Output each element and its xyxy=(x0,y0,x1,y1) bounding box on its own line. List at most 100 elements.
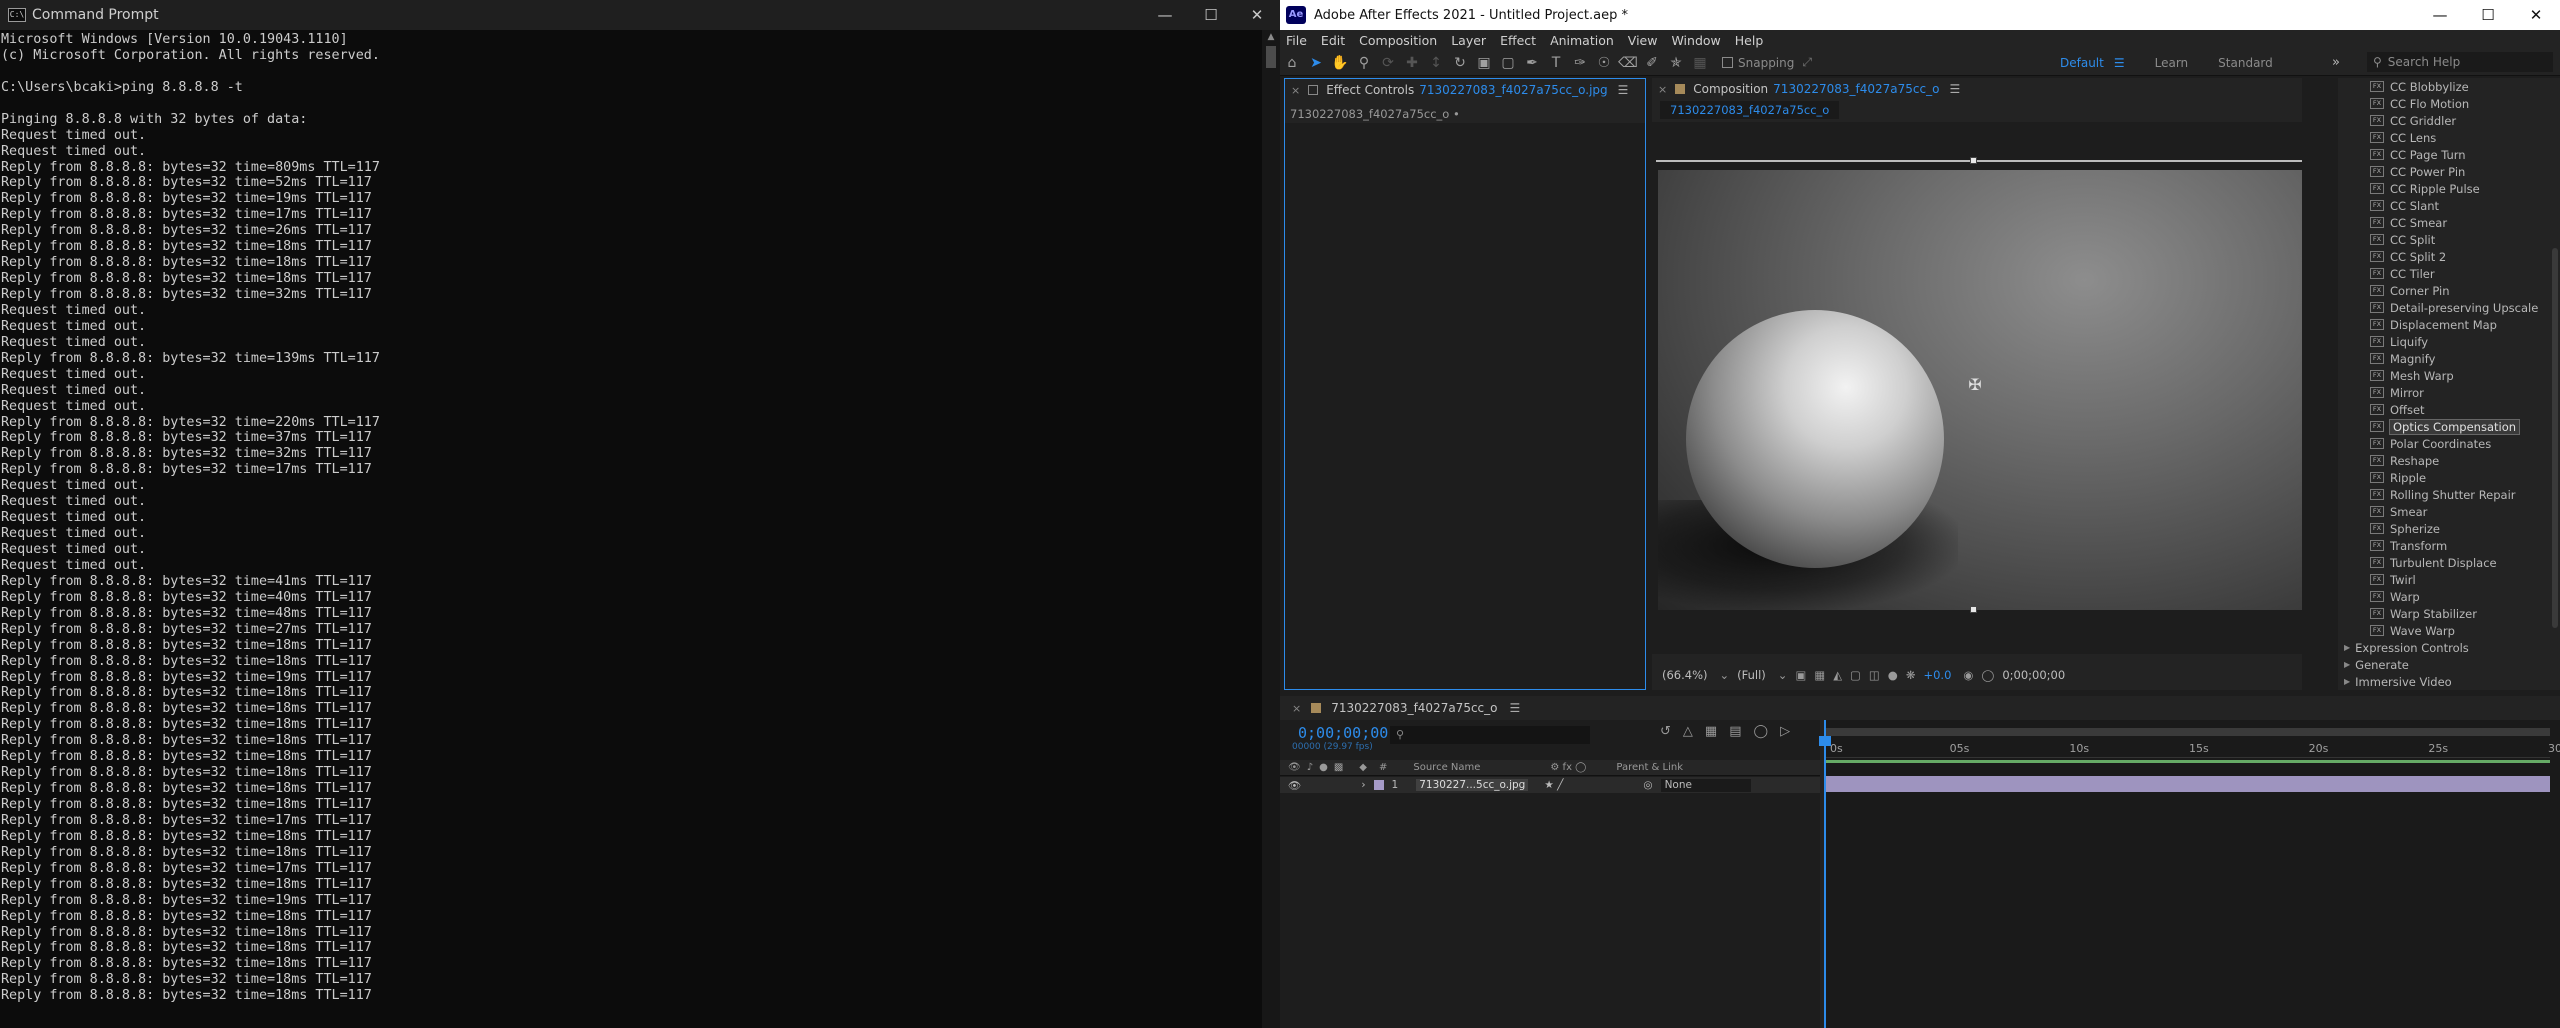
brush-tool-icon[interactable]: ✑ xyxy=(1568,52,1592,74)
workspace-default[interactable]: Default xyxy=(2060,56,2104,70)
align-icon[interactable]: ▦ xyxy=(1688,52,1712,74)
effect-item[interactable]: FX Mirror xyxy=(2338,384,2560,401)
effect-item[interactable]: FX CC Split 2 xyxy=(2338,248,2560,265)
effect-item[interactable]: FX CC Ripple Pulse xyxy=(2338,180,2560,197)
effect-item[interactable]: FX Smear xyxy=(2338,503,2560,520)
rotation-tool-icon[interactable]: ↻ xyxy=(1448,52,1472,74)
after-effects-window[interactable]: Ae Adobe After Effects 2021 - Untitled P… xyxy=(1280,0,2560,1028)
search-help-field[interactable]: ⚲ Search Help xyxy=(2367,52,2553,72)
pan-tool-icon[interactable]: ✚ xyxy=(1400,52,1424,74)
effect-item[interactable]: FX Liquify xyxy=(2338,333,2560,350)
time-graph[interactable]: 0s 05s 10s 15s 20s 25s 30s xyxy=(1819,720,2560,1028)
draft-3d-icon[interactable]: △ xyxy=(1683,724,1693,739)
magnification-dropdown[interactable]: (66.4%) xyxy=(1662,668,1708,682)
effect-controls-body[interactable] xyxy=(1285,123,1645,689)
current-time-indicator[interactable] xyxy=(1824,720,1826,1028)
hide-shy-icon[interactable]: ▦ xyxy=(1705,724,1717,739)
menu-window[interactable]: Window xyxy=(1671,33,1720,48)
menu-composition[interactable]: Composition xyxy=(1359,33,1437,48)
parent-link-header[interactable]: Parent & Link xyxy=(1616,762,1683,773)
comp-mini-flowchart-icon[interactable]: ↺ xyxy=(1660,724,1671,739)
chevron-right-icon[interactable]: ▶ xyxy=(2344,660,2350,669)
close-button[interactable]: ✕ xyxy=(1234,0,1280,30)
lock-column-icon[interactable]: ▩ xyxy=(1334,762,1343,773)
effect-item[interactable]: FX CC Power Pin xyxy=(2338,163,2560,180)
eraser-tool-icon[interactable]: ⌫ xyxy=(1616,52,1640,74)
effect-item[interactable]: FX Transform xyxy=(2338,537,2560,554)
effect-item[interactable]: FX Mesh Warp xyxy=(2338,367,2560,384)
close-tab-icon[interactable]: × xyxy=(1658,83,1667,96)
timeline-timecode[interactable]: 0;00;00;00 xyxy=(1298,724,1388,742)
effect-item[interactable]: FX Wave Warp xyxy=(2338,622,2560,639)
composition-chip[interactable]: 7130227083_f4027a75cc_o xyxy=(1660,101,1840,119)
layer-name[interactable]: 7130227...5cc_o.jpg xyxy=(1416,779,1529,791)
pan-behind-tool-icon[interactable]: ▣ xyxy=(1472,52,1496,74)
puppet-tool-icon[interactable]: ✯ xyxy=(1664,52,1688,74)
effect-item[interactable]: FX Turbulent Displace xyxy=(2338,554,2560,571)
orbit-tool-icon[interactable]: ⟳ xyxy=(1376,52,1400,74)
composition-tab[interactable]: × Composition 7130227083_f4027a75cc_o ☰ xyxy=(1652,78,2302,100)
exposure-reset-icon[interactable]: ❋ xyxy=(1906,668,1916,682)
region-of-interest-icon[interactable]: ▣ xyxy=(1795,668,1806,682)
effect-item[interactable]: FX Spherize xyxy=(2338,520,2560,537)
resolution-dropdown[interactable]: (Full) xyxy=(1737,668,1766,682)
pickwhip-icon[interactable]: ◎ xyxy=(1643,779,1652,791)
timeline-search-field[interactable]: ⚲ xyxy=(1390,726,1590,744)
console-scrollbar[interactable]: ▲ xyxy=(1262,30,1280,1028)
effect-item[interactable]: FX Displacement Map xyxy=(2338,316,2560,333)
scroll-up-icon[interactable]: ▲ xyxy=(1262,30,1280,44)
chevron-right-icon[interactable]: ▶ xyxy=(2344,643,2350,652)
ae-maximize-button[interactable]: ☐ xyxy=(2464,0,2512,30)
effect-item[interactable]: FX Twirl xyxy=(2338,571,2560,588)
timeline-panel[interactable]: × 7130227083_f4027a75cc_o ☰ 0;00;00;00 0… xyxy=(1280,696,2560,1028)
menu-layer[interactable]: Layer xyxy=(1451,33,1486,48)
solo-icon[interactable]: ● xyxy=(1319,762,1328,773)
layer-label-color[interactable] xyxy=(1373,780,1384,790)
menu-edit[interactable]: Edit xyxy=(1321,33,1345,48)
workspace-standard[interactable]: Standard xyxy=(2218,56,2273,70)
menu-animation[interactable]: Animation xyxy=(1550,33,1614,48)
effect-item[interactable]: FX CC Griddler xyxy=(2338,112,2560,129)
color-channel-icon[interactable]: ● xyxy=(1888,668,1898,682)
cmd-title-bar[interactable]: C:\ Command Prompt — ☐ ✕ xyxy=(0,0,1280,30)
effect-category[interactable]: ▶ Immersive Video xyxy=(2338,673,2560,690)
source-name-header[interactable]: Source Name xyxy=(1413,762,1480,773)
timeline-tab[interactable]: × 7130227083_f4027a75cc_o ☰ xyxy=(1280,696,2560,720)
effect-item[interactable]: FX CC Page Turn xyxy=(2338,146,2560,163)
effect-item[interactable]: FX CC Smear xyxy=(2338,214,2560,231)
workspace-learn[interactable]: Learn xyxy=(2155,56,2189,70)
roto-brush-tool-icon[interactable]: ✐ xyxy=(1640,52,1664,74)
pen-tool-icon[interactable]: ✒ xyxy=(1520,52,1544,74)
panel-menu-icon[interactable]: ☰ xyxy=(1949,82,1960,96)
rectangle-tool-icon[interactable]: ▢ xyxy=(1496,52,1520,74)
parent-dropdown[interactable]: None xyxy=(1660,778,1751,792)
workspace-menu-icon[interactable]: ☰ xyxy=(2114,56,2125,70)
selection-tool-icon[interactable]: ➤ xyxy=(1304,52,1328,74)
effect-item[interactable]: FX Offset xyxy=(2338,401,2560,418)
effect-item[interactable]: FX CC Slant xyxy=(2338,197,2560,214)
eye-icon[interactable]: 👁 xyxy=(1288,762,1301,773)
console-output[interactable]: Microsoft Windows [Version 10.0.19043.11… xyxy=(0,30,1262,1028)
exposure-value[interactable]: +0.0 xyxy=(1923,668,1951,682)
lock-icon[interactable] xyxy=(1308,85,1319,95)
panel-menu-icon[interactable]: ☰ xyxy=(1618,83,1629,97)
composition-viewer[interactable]: ✠ xyxy=(1652,122,2302,654)
panel-menu-icon[interactable]: ☰ xyxy=(1510,701,1521,715)
ae-title-bar[interactable]: Ae Adobe After Effects 2021 - Untitled P… xyxy=(1280,0,2560,30)
menu-help[interactable]: Help xyxy=(1735,33,1764,48)
lock-icon[interactable] xyxy=(1675,84,1686,94)
expand-workspaces-icon[interactable]: » xyxy=(2332,55,2340,70)
transform-handle[interactable] xyxy=(1970,157,1977,164)
snapshot-icon[interactable]: ◉ xyxy=(1963,668,1973,682)
dolly-tool-icon[interactable]: ↕ xyxy=(1424,52,1448,74)
composition-panel[interactable]: × Composition 7130227083_f4027a75cc_o ☰ … xyxy=(1652,78,2302,690)
effect-item[interactable]: FX CC Tiler xyxy=(2338,265,2560,282)
show-snapshot-icon[interactable]: ◯ xyxy=(1981,668,1994,682)
effect-item[interactable]: FX Warp Stabilizer xyxy=(2338,605,2560,622)
anchor-point-icon[interactable]: ✠ xyxy=(1966,376,1984,394)
mask-path-icon[interactable]: ◭ xyxy=(1833,668,1842,682)
ae-minimize-button[interactable]: — xyxy=(2416,0,2464,30)
effect-category[interactable]: ▶ Generate xyxy=(2338,656,2560,673)
effect-item[interactable]: FX Rolling Shutter Repair xyxy=(2338,486,2560,503)
effect-item[interactable]: FX Reshape xyxy=(2338,452,2560,469)
